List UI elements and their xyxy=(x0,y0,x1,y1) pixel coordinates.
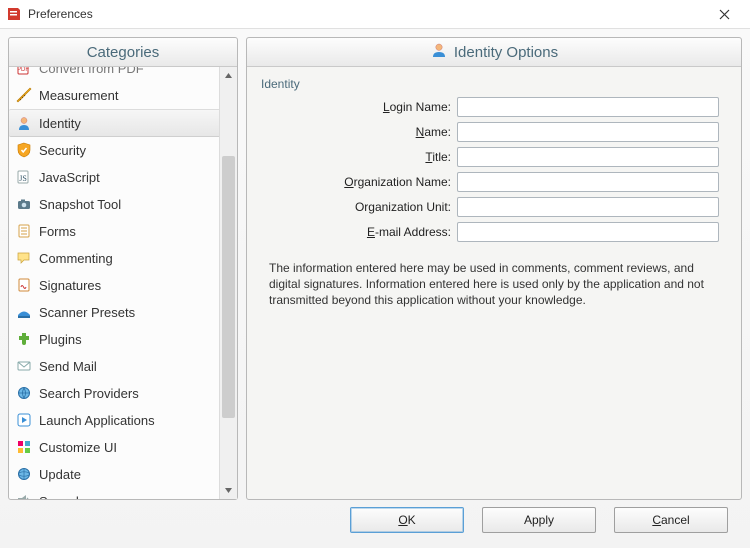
category-item-label: Update xyxy=(39,467,81,482)
dialog-footer: OK Apply Cancel xyxy=(8,500,742,540)
scanner-icon xyxy=(15,303,33,321)
field-label-org_name: Organization Name: xyxy=(257,175,457,189)
sendmail-icon xyxy=(15,357,33,375)
plugins-icon xyxy=(15,330,33,348)
field-input-org_name[interactable] xyxy=(457,172,719,192)
field-input-org_unit[interactable] xyxy=(457,197,719,217)
app-icon xyxy=(6,6,22,22)
category-item-measurement[interactable]: Measurement xyxy=(9,82,237,109)
scroll-down-button[interactable] xyxy=(220,482,237,499)
category-item-label: JavaScript xyxy=(39,170,100,185)
identity-group: Identity Login Name: Name: Title: Organizat… xyxy=(257,75,731,242)
convert-pdf-icon: PDF xyxy=(15,67,33,77)
category-item-label: Search Providers xyxy=(39,386,139,401)
category-item-forms[interactable]: Forms xyxy=(9,218,237,245)
category-item-javascript[interactable]: JS JavaScript xyxy=(9,164,237,191)
category-item-signatures[interactable]: Signatures xyxy=(9,272,237,299)
scroll-track[interactable] xyxy=(220,84,237,482)
window-title: Preferences xyxy=(28,7,93,21)
scroll-thumb[interactable] xyxy=(222,156,235,419)
options-panel: Identity Options Identity Login Name: Nam… xyxy=(246,37,742,500)
category-item-speech[interactable]: Speech xyxy=(9,488,237,499)
categories-scrollbar[interactable] xyxy=(219,67,237,499)
field-label-org_unit: Organization Unit: xyxy=(257,200,457,214)
snapshot-icon xyxy=(15,195,33,213)
category-item-label: Security xyxy=(39,143,86,158)
category-item-label: Identity xyxy=(39,116,81,131)
category-item-label: Forms xyxy=(39,224,76,239)
category-item-label: Speech xyxy=(39,494,83,500)
security-icon xyxy=(15,141,33,159)
field-label-name: Name: xyxy=(257,125,457,139)
signatures-icon xyxy=(15,276,33,294)
svg-text:JS: JS xyxy=(19,174,27,183)
field-label-title: Title: xyxy=(257,150,457,164)
forms-icon xyxy=(15,222,33,240)
field-input-login_name[interactable] xyxy=(457,97,719,117)
category-item-label: Scanner Presets xyxy=(39,305,135,320)
category-item-identity[interactable]: Identity xyxy=(9,109,237,137)
category-item-label: Snapshot Tool xyxy=(39,197,121,212)
apply-button-label: Apply xyxy=(524,513,554,527)
category-item-label: Measurement xyxy=(39,88,118,103)
category-item-label: Plugins xyxy=(39,332,82,347)
search-providers-icon xyxy=(15,384,33,402)
category-item-label: Convert from PDF xyxy=(39,67,144,76)
field-label-login_name: Login Name: xyxy=(257,100,457,114)
category-item-label: Commenting xyxy=(39,251,113,266)
ok-button-label: OK xyxy=(398,513,415,527)
dialog-body: Categories PDF Convert from PDF Measuremen… xyxy=(0,29,750,548)
categories-list-wrap: PDF Convert from PDF Measurement Identity Se… xyxy=(9,67,237,499)
javascript-icon: JS xyxy=(15,168,33,186)
preferences-window: Preferences Categories PDF Convert from P… xyxy=(0,0,750,548)
category-item-label: Customize UI xyxy=(39,440,117,455)
categories-list: PDF Convert from PDF Measurement Identity Se… xyxy=(9,67,237,499)
category-item-label: Signatures xyxy=(39,278,101,293)
category-item-security[interactable]: Security xyxy=(9,137,237,164)
identity-group-title: Identity xyxy=(257,75,731,97)
titlebar: Preferences xyxy=(0,0,750,29)
options-header-label: Identity Options xyxy=(454,44,558,61)
field-input-email[interactable] xyxy=(457,222,719,242)
category-item-search-providers[interactable]: Search Providers xyxy=(9,380,237,407)
category-item-commenting[interactable]: Commenting xyxy=(9,245,237,272)
scroll-up-button[interactable] xyxy=(220,67,237,84)
category-item-launch-applications[interactable]: Launch Applications xyxy=(9,407,237,434)
category-item-scanner-presets[interactable]: Scanner Presets xyxy=(9,299,237,326)
field-input-name[interactable] xyxy=(457,122,719,142)
identity-header-icon xyxy=(430,41,448,63)
identity-icon xyxy=(15,114,33,132)
category-item-convert-from-pdf[interactable]: PDF Convert from PDF xyxy=(9,67,237,82)
category-item-customize-ui[interactable]: Customize UI xyxy=(9,434,237,461)
identity-form: Login Name: Name: Title: Organization Name:… xyxy=(257,97,731,242)
cancel-button-label: Cancel xyxy=(652,513,689,527)
category-item-label: Send Mail xyxy=(39,359,97,374)
launch-apps-icon xyxy=(15,411,33,429)
window-close-button[interactable] xyxy=(702,0,746,28)
field-input-title[interactable] xyxy=(457,147,719,167)
options-content: Identity Login Name: Name: Title: Organizat… xyxy=(247,67,741,499)
category-item-label: Launch Applications xyxy=(39,413,155,428)
update-icon xyxy=(15,465,33,483)
categories-header-label: Categories xyxy=(87,44,160,61)
categories-panel: Categories PDF Convert from PDF Measuremen… xyxy=(8,37,238,500)
category-item-snapshot-tool[interactable]: Snapshot Tool xyxy=(9,191,237,218)
categories-header: Categories xyxy=(9,38,237,67)
ok-button[interactable]: OK xyxy=(350,507,464,533)
customize-ui-icon xyxy=(15,438,33,456)
category-item-update[interactable]: Update xyxy=(9,461,237,488)
identity-info-text: The information entered here may be used… xyxy=(269,260,719,309)
options-header: Identity Options xyxy=(247,38,741,67)
field-label-email: E-mail Address: xyxy=(257,225,457,239)
svg-text:PDF: PDF xyxy=(17,67,29,73)
measurement-icon xyxy=(15,86,33,104)
category-item-plugins[interactable]: Plugins xyxy=(9,326,237,353)
speech-icon xyxy=(15,492,33,499)
apply-button[interactable]: Apply xyxy=(482,507,596,533)
category-item-send-mail[interactable]: Send Mail xyxy=(9,353,237,380)
cancel-button[interactable]: Cancel xyxy=(614,507,728,533)
commenting-icon xyxy=(15,249,33,267)
